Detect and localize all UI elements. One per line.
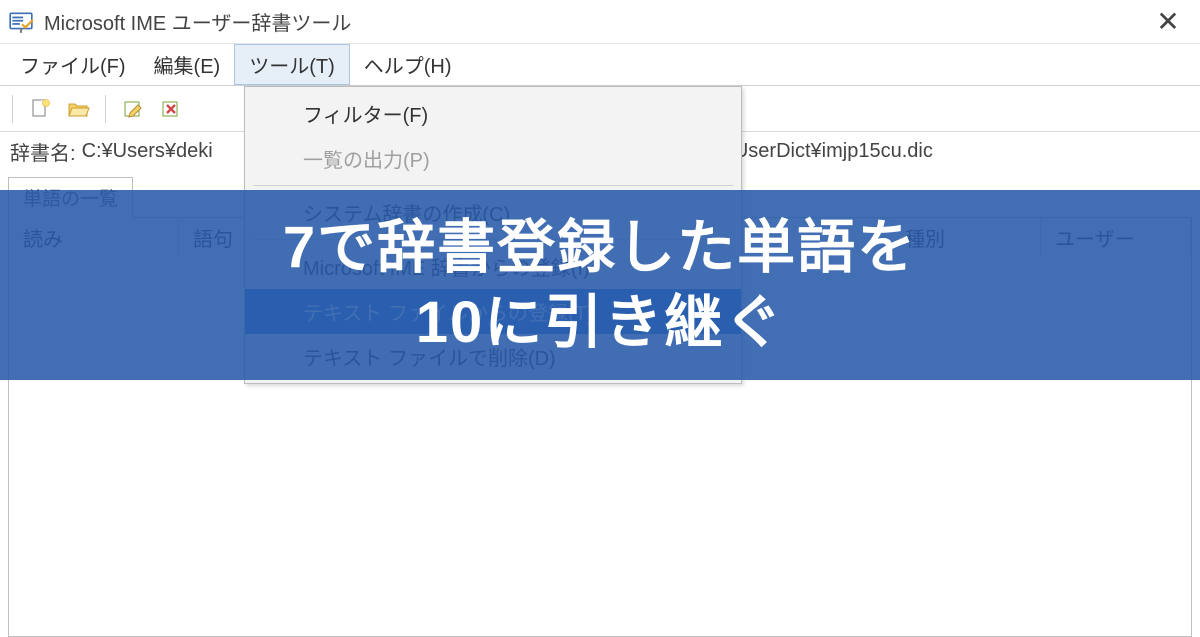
delete-icon[interactable] [156, 94, 186, 124]
menu-separator [253, 185, 733, 186]
menu-edit[interactable]: 編集(E) [140, 44, 235, 85]
edit-icon[interactable] [118, 94, 148, 124]
path-label: 辞書名: [10, 137, 76, 166]
menu-item-filter[interactable]: フィルター(F) [245, 91, 741, 136]
title-bar: Microsoft IME ユーザー辞書ツール ✕ [0, 0, 1200, 44]
path-left: C:¥Users¥deki [82, 140, 213, 163]
window-title: Microsoft IME ユーザー辞書ツール [44, 7, 351, 36]
toolbar-separator [12, 95, 13, 123]
menu-file[interactable]: ファイル(F) [6, 44, 140, 85]
open-icon[interactable] [63, 94, 93, 124]
menu-help[interactable]: ヘルプ(H) [350, 44, 466, 85]
menu-bar: ファイル(F) 編集(E) ツール(T) ヘルプ(H) [0, 44, 1200, 86]
menu-item-export-list: 一覧の出力(P) [245, 136, 741, 181]
app-icon [8, 9, 34, 35]
overlay-line-2: 10に引き継ぐ [416, 285, 785, 360]
overlay-line-1: 7で辞書登録した単語を [283, 210, 917, 285]
toolbar-separator [105, 95, 106, 123]
path-right: ¥UserDict¥imjp15cu.dic [723, 140, 933, 163]
new-icon[interactable] [25, 94, 55, 124]
close-button[interactable]: ✕ [1144, 0, 1192, 44]
menu-tools[interactable]: ツール(T) [234, 44, 350, 85]
overlay-banner: 7で辞書登録した単語を 10に引き継ぐ [0, 190, 1200, 380]
